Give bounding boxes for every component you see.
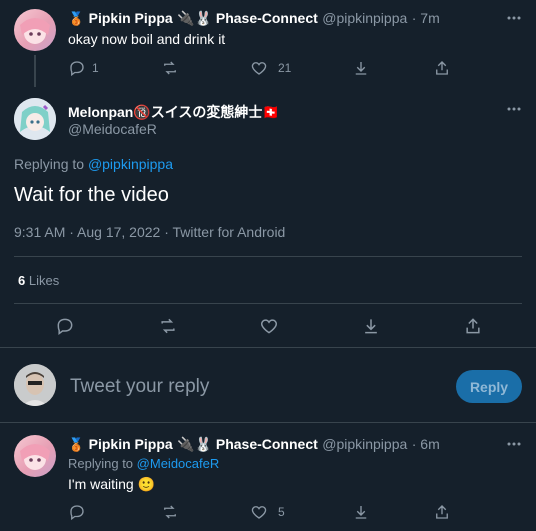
retweet-icon <box>161 318 175 334</box>
avatar-image <box>14 364 56 406</box>
more-options-icon[interactable] <box>506 101 522 117</box>
divider <box>0 422 536 423</box>
retweet-action[interactable] <box>158 316 178 336</box>
medal-icon: 🥉 <box>68 437 85 452</box>
tweet-text: okay now boil and drink it <box>68 31 226 47</box>
like-action[interactable]: 5 <box>250 503 285 521</box>
heart-icon <box>251 506 267 519</box>
share-icon <box>436 61 448 75</box>
reply-icon <box>57 318 73 335</box>
thread-line <box>34 55 36 87</box>
reply-input[interactable]: Tweet your reply <box>70 376 209 398</box>
likes-stat[interactable]: 6 Likes <box>18 273 59 288</box>
medal-icon: 🥉 <box>68 11 85 26</box>
more-options-icon[interactable] <box>506 10 522 26</box>
bookmark-action[interactable] <box>361 316 381 336</box>
bookmark-action[interactable] <box>352 503 370 521</box>
like-action[interactable]: 21 <box>250 59 291 77</box>
download-icon <box>365 319 377 334</box>
download-icon <box>355 506 367 519</box>
replying-to-line: Replying to @MeidocafeR <box>68 456 219 471</box>
display-name[interactable]: Pipkin Pippa <box>89 436 173 452</box>
divider <box>14 303 522 304</box>
avatar-image <box>14 98 56 140</box>
name-suffix: 🔌🐰 Phase-Connect <box>177 436 318 452</box>
tweet-text: I'm waiting 🙂 <box>68 476 156 492</box>
avatar[interactable] <box>14 435 56 477</box>
divider <box>0 347 536 348</box>
replying-to-link[interactable]: @pipkinpippa <box>88 156 173 172</box>
share-action[interactable] <box>433 59 451 77</box>
reply-count: 1 <box>92 61 99 75</box>
like-count: 5 <box>278 505 285 519</box>
replying-to-label: Replying to <box>68 456 134 471</box>
user-handle[interactable]: @pipkinpippa <box>322 436 407 452</box>
timestamp[interactable]: · 7m <box>412 10 440 26</box>
reply-icon <box>70 61 84 77</box>
retweet-action[interactable] <box>161 503 179 521</box>
reply-action[interactable] <box>68 503 86 521</box>
bookmark-action[interactable] <box>352 59 370 77</box>
tweet-meta[interactable]: 9:31 AM · Aug 17, 2022 · Twitter for And… <box>14 224 285 240</box>
retweet-action[interactable] <box>161 59 179 77</box>
reply-action[interactable]: 1 <box>68 59 99 77</box>
share-icon <box>466 318 480 334</box>
timestamp[interactable]: · 6m <box>412 436 440 452</box>
avatar[interactable] <box>14 9 56 51</box>
name-suffix: 🔌🐰 Phase-Connect <box>177 10 318 26</box>
download-icon <box>355 62 367 75</box>
avatar[interactable] <box>14 98 56 140</box>
user-handle[interactable]: @pipkinpippa <box>322 10 407 26</box>
share-action[interactable] <box>433 503 451 521</box>
like-count: 21 <box>278 61 292 75</box>
display-name[interactable]: Pipkin Pippa <box>89 10 173 26</box>
heart-icon <box>251 62 267 75</box>
heart-icon <box>260 319 278 334</box>
share-action[interactable] <box>463 316 483 336</box>
divider <box>14 256 522 257</box>
share-icon <box>436 505 448 519</box>
tweet-header: 🥉 Pipkin Pippa 🔌🐰 Phase-Connect @pipkinp… <box>68 10 440 28</box>
display-name[interactable]: Melonpan🔞スイスの変態紳士🇨🇭 <box>68 102 280 122</box>
likes-count: 6 <box>18 273 26 288</box>
retweet-icon <box>164 505 176 519</box>
reply-action[interactable] <box>55 316 75 336</box>
replying-to-line: Replying to @pipkinpippa <box>14 156 173 172</box>
likes-label: Likes <box>28 273 60 288</box>
replying-to-label: Replying to <box>14 156 85 172</box>
user-avatar[interactable] <box>14 364 56 406</box>
more-options-icon[interactable] <box>506 436 522 452</box>
reply-button[interactable]: Reply <box>456 370 522 403</box>
avatar-image <box>20 18 50 44</box>
like-action[interactable] <box>259 316 279 336</box>
main-tweet-text: Wait for the video <box>14 184 169 206</box>
user-handle[interactable]: @MeidocafeR <box>68 121 157 137</box>
reply-icon <box>70 505 84 521</box>
tweet-header: 🥉 Pipkin Pippa 🔌🐰 Phase-Connect @pipkinp… <box>68 436 440 454</box>
avatar-image <box>20 444 50 470</box>
replying-to-link[interactable]: @MeidocafeR <box>137 456 220 471</box>
retweet-icon <box>164 61 176 75</box>
